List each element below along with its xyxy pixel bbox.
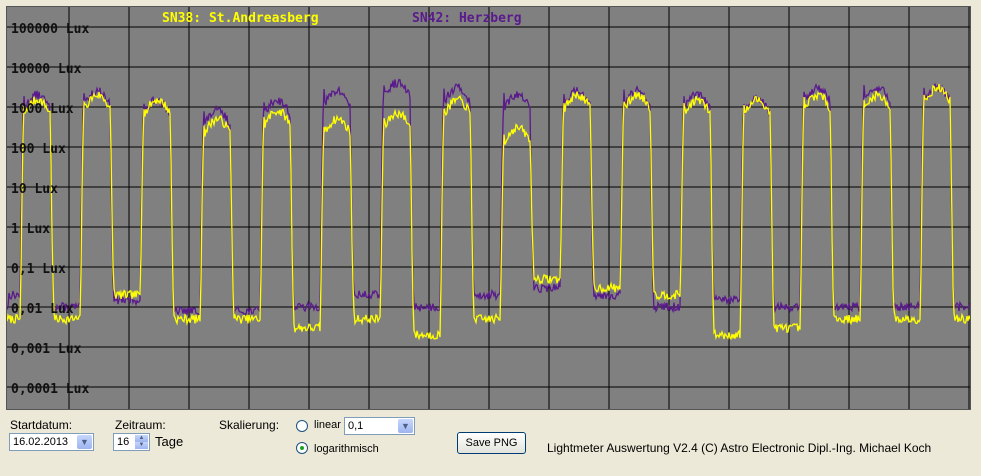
light-chart: 100000 Lux 10000 Lux 1000 Lux 100 Lux 10 Lux…	[7, 7, 970, 409]
skalierung-label: Skalierung:	[219, 418, 280, 432]
y-tick-label: 0,0001 Lux	[11, 382, 89, 397]
linear-radio[interactable]	[296, 420, 308, 432]
startdatum-value: 16.02.2013	[13, 436, 69, 448]
tage-label: Tage	[155, 434, 184, 449]
y-tick-label: 0,001 Lux	[11, 342, 82, 357]
y-tick-label: 1000 Lux	[11, 102, 74, 117]
logarithmisch-label: logarithmisch	[314, 443, 379, 455]
logarithmisch-radio[interactable]	[296, 442, 308, 454]
y-tick-label: 100 Lux	[11, 142, 66, 157]
chevron-down-icon[interactable]: ▼	[77, 435, 92, 449]
chevron-down-icon[interactable]: ▼	[398, 419, 413, 433]
startdatum-select[interactable]: 16.02.2013 ▼	[9, 433, 94, 451]
y-tick-label: 0,01 Lux	[11, 302, 74, 317]
linear-value-select[interactable]: 0,1 ▼	[344, 417, 415, 435]
startdatum-label: Startdatum:	[10, 418, 73, 432]
grid	[7, 7, 970, 409]
y-tick-label: 1 Lux	[11, 222, 50, 237]
zeitraum-label: Zeitraum:	[115, 418, 166, 432]
spin-up-icon[interactable]: ▲	[135, 435, 148, 442]
zeitraum-stepper[interactable]: 16 ▲ ▼	[113, 433, 150, 451]
legend-sn38: SN38: St.Andreasberg	[162, 11, 319, 26]
linear-value: 0,1	[348, 420, 364, 432]
y-tick-label: 100000 Lux	[11, 22, 89, 37]
legend-sn42: SN42: Herzberg	[412, 11, 522, 26]
zeitraum-value: 16	[117, 436, 130, 448]
save-png-button[interactable]: Save PNG	[457, 432, 526, 454]
y-tick-label: 10 Lux	[11, 182, 58, 197]
chart-area: 100000 Lux 10000 Lux 1000 Lux 100 Lux 10 Lux…	[6, 6, 971, 410]
spin-down-icon[interactable]: ▼	[135, 442, 148, 449]
footer-text: Lightmeter Auswertung V2.4 (C) Astro Ele…	[547, 441, 932, 455]
y-tick-labels: 100000 Lux 10000 Lux 1000 Lux 100 Lux 10 Lux…	[11, 22, 89, 397]
y-tick-label: 0,1 Lux	[11, 262, 66, 277]
y-tick-label: 10000 Lux	[11, 62, 82, 77]
linear-label: linear	[314, 419, 341, 431]
